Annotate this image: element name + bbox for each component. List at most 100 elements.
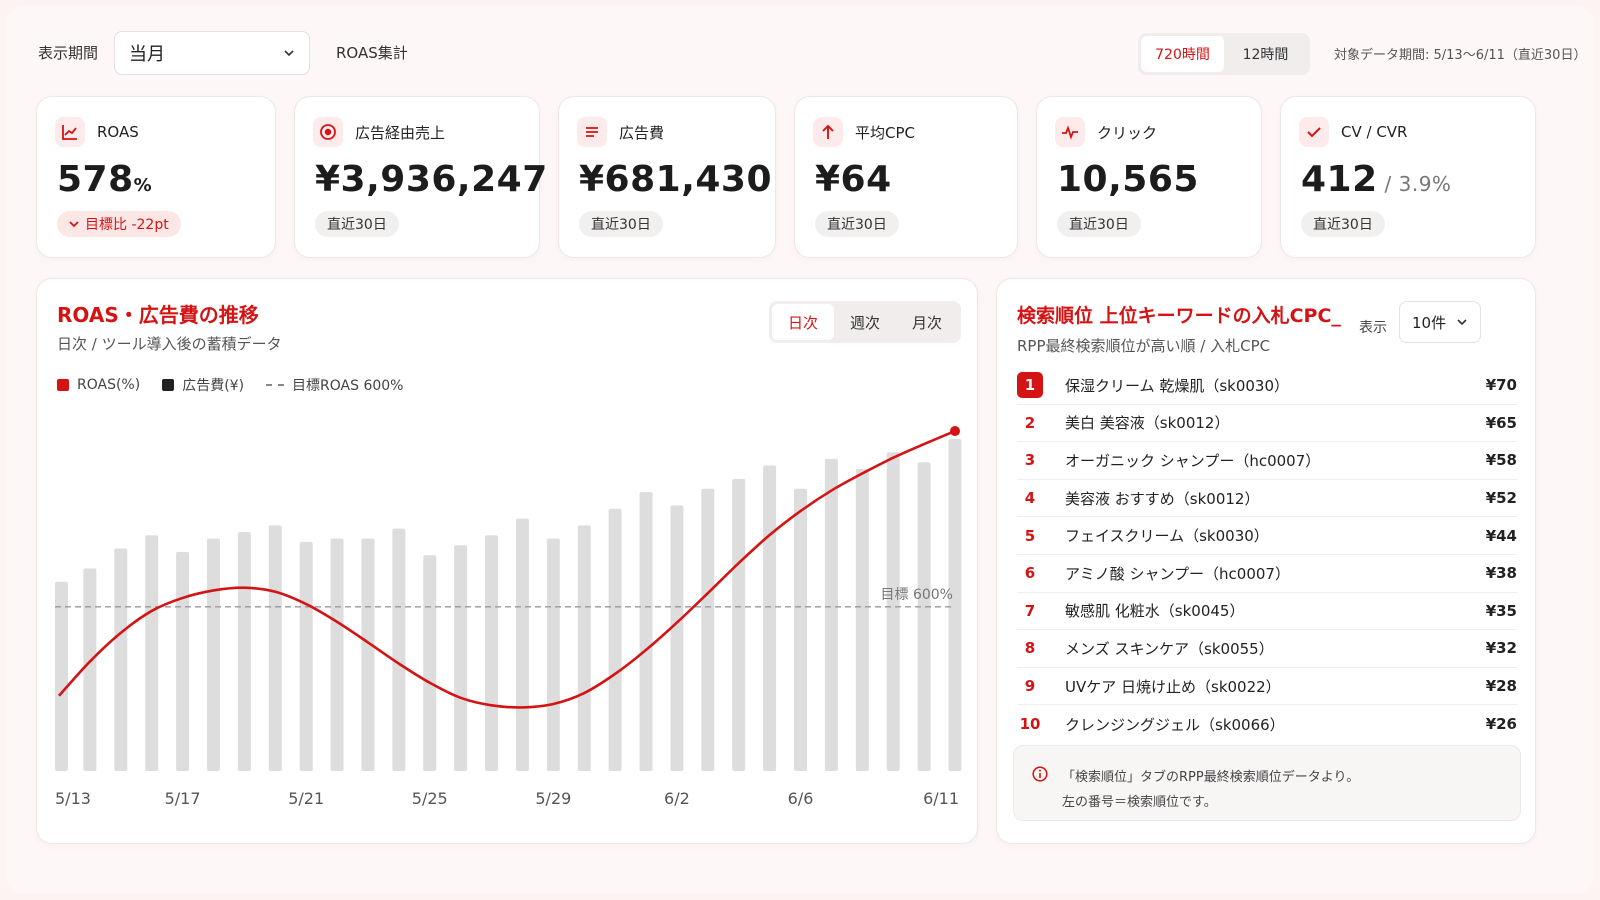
keyword-rank: 4 — [1024, 489, 1036, 508]
roas-end-point — [950, 426, 960, 437]
tab-daily[interactable]: 日次 — [772, 304, 834, 340]
ad-cost-bar — [206, 538, 220, 771]
ad-cost-bar — [732, 478, 746, 771]
hour-option-12[interactable]: 12時間 — [1224, 36, 1307, 72]
keyword-row[interactable]: 4 美容液 おすすめ（sk0012） ¥52 — [1017, 480, 1517, 518]
ad-cost-bar — [855, 468, 869, 771]
ad-cost-bar — [763, 465, 777, 771]
keyword-rank: 7 — [1024, 601, 1036, 620]
kpi-target-diff-badge: 目標比 -22pt — [57, 211, 181, 237]
ad-cost-bar — [237, 531, 251, 771]
tab-weekly[interactable]: 週次 — [834, 304, 896, 340]
period-select[interactable]: 当月 — [114, 31, 310, 75]
keyword-row[interactable]: 9 UVケア 日焼け止め（sk0022） ¥28 — [1017, 668, 1517, 706]
period-label: 表示期間 — [38, 44, 99, 62]
kpi-card-roas: ROAS 578% 目標比 -22pt — [36, 96, 276, 258]
x-tick-label: 5/17 — [165, 789, 201, 808]
kpi-label: 広告経由売上 — [355, 123, 446, 142]
kpi-value: 578% — [57, 159, 153, 200]
display-count-label: 表示 — [1359, 320, 1387, 336]
data-range-text: 対象データ期間: 5/13〜6/11（直近30日） — [1334, 48, 1587, 63]
target-roas-label: 目標 600% — [881, 587, 953, 603]
list-icon — [577, 117, 607, 147]
dashboard-frame: 表示期間 当月 ROAS集計 720時間 12時間 対象データ期間: 5/13〜… — [6, 6, 1594, 894]
kpi-value: ¥3,936,247 — [315, 159, 548, 200]
keyword-cpc: ¥58 — [1485, 451, 1517, 470]
keyword-row[interactable]: 3 オーガニック シャンプー（hc0007） ¥58 — [1017, 442, 1517, 480]
ad-cost-bar — [948, 439, 962, 771]
kpi-period-badge: 直近30日 — [1301, 211, 1385, 237]
line-chart-icon — [55, 117, 85, 147]
keyword-row[interactable]: 7 敏感肌 化粧水（sk0045） ¥35 — [1017, 593, 1517, 631]
check-icon — [1299, 117, 1329, 147]
keyword-name: メンズ スキンケア（sk0055） — [1065, 639, 1274, 658]
kpi-period-badge: 直近30日 — [579, 211, 663, 237]
keyword-row[interactable]: 8 メンズ スキンケア（sk0055） ¥32 — [1017, 630, 1517, 668]
ad-cost-bar — [330, 538, 344, 771]
x-tick-label: 5/21 — [288, 789, 324, 808]
keyword-rank: 1 — [1017, 372, 1043, 399]
keyword-cpc: ¥26 — [1485, 715, 1517, 734]
x-tick-label: 5/29 — [535, 789, 571, 808]
kpi-label: CV / CVR — [1341, 123, 1408, 141]
info-icon — [1032, 766, 1048, 782]
keyword-row[interactable]: 6 アミノ酸 シャンプー（hc0007） ¥38 — [1017, 555, 1517, 593]
keyword-card-title: 検索順位 上位キーワードの入札CPC_ — [1017, 305, 1341, 327]
keyword-row[interactable]: 5 フェイスクリーム（sk0030） ¥44 — [1017, 517, 1517, 555]
tab-monthly[interactable]: 月次 — [896, 304, 958, 340]
kpi-card-ad-cost: 広告費 ¥681,430 直近30日 — [558, 96, 776, 258]
keyword-name: オーガニック シャンプー（hc0007） — [1065, 451, 1321, 470]
keyword-info-note: 「検索順位」タブのRPP最終検索順位データより。 左の番号＝検索順位です。 — [1013, 745, 1521, 821]
hour-toggle: 720時間 12時間 — [1138, 33, 1310, 75]
ad-cost-bar — [670, 505, 684, 771]
kpi-period-badge: 直近30日 — [1057, 211, 1141, 237]
ad-cost-bar — [55, 581, 68, 771]
top-bar: 表示期間 当月 ROAS集計 720時間 12時間 対象データ期間: 5/13〜… — [6, 6, 1594, 96]
x-tick-label: 5/13 — [55, 789, 91, 808]
keyword-rank: 10 — [1019, 715, 1041, 734]
pulse-icon — [1055, 117, 1085, 147]
kpi-card-ad-sales: 広告経由売上 ¥3,936,247 直近30日 — [294, 96, 547, 258]
roas-cost-chart: 目標 600% 5/13 5/17 5/21 5/25 5/29 6/2 6/6 6/11 — [55, 426, 962, 808]
kpi-value: 412 / 3.9% — [1301, 159, 1452, 200]
keyword-name: 保湿クリーム 乾燥肌（sk0030） — [1065, 376, 1289, 395]
keyword-name: フェイスクリーム（sk0030） — [1065, 527, 1269, 546]
roas-line — [58, 429, 956, 709]
keyword-rank: 2 — [1024, 413, 1036, 432]
ad-cost-bar — [577, 525, 591, 771]
display-count-select[interactable]: 10件 — [1399, 301, 1481, 343]
period-select-value: 当月 — [129, 44, 165, 65]
ad-cost-bar — [145, 535, 159, 771]
keyword-name: アミノ酸 シャンプー（hc0007） — [1065, 564, 1290, 583]
info-note-line1: 「検索順位」タブのRPP最終検索順位データより。 — [1062, 770, 1360, 785]
kpi-card-clicks: クリック 10,565 直近30日 — [1036, 96, 1262, 258]
keyword-row[interactable]: 10 クレンジングジェル（sk0066） ¥26 — [1017, 705, 1517, 743]
kpi-value: 10,565 — [1057, 159, 1199, 200]
chevron-down-icon — [69, 221, 79, 228]
ad-cost-bar — [639, 492, 653, 771]
keyword-name: UVケア 日焼け止め（sk0022） — [1065, 677, 1281, 696]
keyword-name: クレンジングジェル（sk0066） — [1065, 715, 1285, 734]
chart-period-tabs: 日次 週次 月次 — [769, 301, 961, 343]
keyword-cpc: ¥44 — [1485, 526, 1517, 545]
legend-roas: ROAS(%) — [57, 377, 140, 393]
kpi-value: ¥681,430 — [579, 159, 773, 200]
ad-cost-bar — [794, 488, 808, 771]
x-tick-label: 6/2 — [664, 789, 690, 808]
kpi-period-badge: 直近30日 — [815, 211, 899, 237]
kpi-card-avg-cpc: 平均CPC ¥64 直近30日 — [794, 96, 1018, 258]
keyword-row[interactable]: 2 美白 美容液（sk0012） ¥65 — [1017, 405, 1517, 443]
hour-option-720[interactable]: 720時間 — [1141, 36, 1224, 72]
ad-cost-bar — [114, 548, 128, 771]
x-tick-label: 5/25 — [412, 789, 448, 808]
target-icon — [313, 117, 343, 147]
keyword-cpc: ¥52 — [1485, 489, 1517, 508]
keyword-cpc: ¥70 — [1485, 376, 1517, 395]
roas-trend-card: ROAS・広告費の推移 日次 / ツール導入後の蓄積データ 日次 週次 月次 R… — [36, 278, 978, 844]
ad-cost-bar — [485, 535, 499, 771]
kpi-label: ROAS — [97, 123, 139, 141]
keyword-row[interactable]: 1 保湿クリーム 乾燥肌（sk0030） ¥70 — [1017, 367, 1517, 405]
roas-aggregation-label: ROAS集計 — [336, 44, 408, 62]
keyword-name: 美白 美容液（sk0012） — [1065, 414, 1230, 433]
chart-title: ROAS・広告費の推移 — [57, 303, 259, 327]
